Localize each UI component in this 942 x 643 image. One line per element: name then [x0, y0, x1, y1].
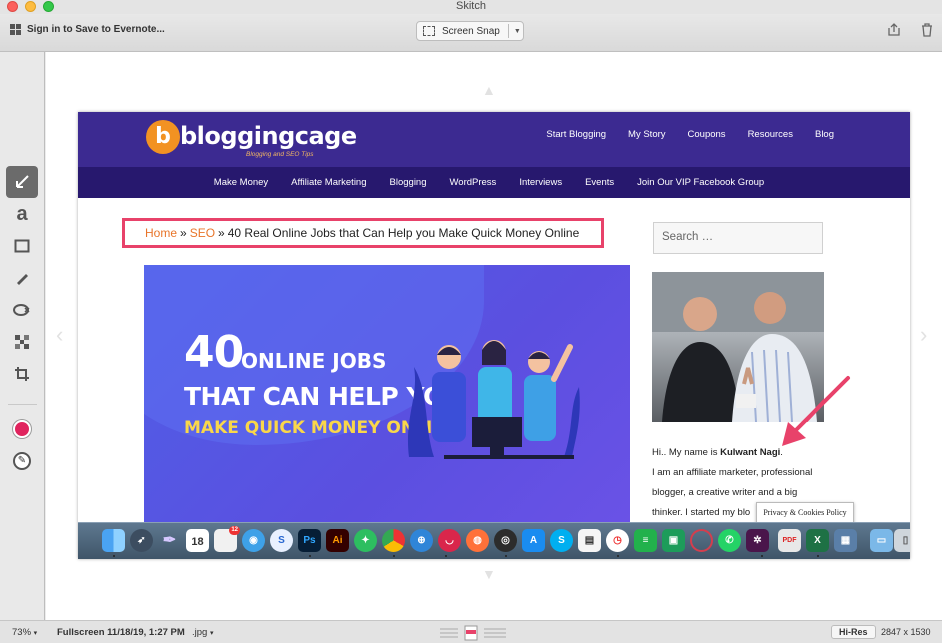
- status-bar: 73% ▾ Fullscreen 11/18/19, 1:27 PM .jpg …: [0, 620, 942, 643]
- preview-icon[interactable]: ▦: [834, 529, 857, 552]
- sub-nav-item[interactable]: Make Money: [214, 177, 268, 188]
- drag-thumbnail-icon[interactable]: [440, 624, 506, 641]
- file-name: Fullscreen 11/18/19, 1:27 PM: [57, 627, 185, 638]
- pink-annotation-arrow-icon: [782, 376, 850, 446]
- pen-size-icon: ✎: [13, 452, 31, 470]
- mail-icon[interactable]: 12: [214, 526, 240, 552]
- window-title: Skitch: [456, 0, 486, 12]
- counter-app-icon[interactable]: ▤: [578, 529, 601, 552]
- app-store-icon[interactable]: A: [522, 529, 545, 552]
- stroke-size-button[interactable]: ✎: [6, 445, 38, 477]
- green-app-icon[interactable]: ▣: [662, 529, 685, 552]
- sub-nav-item[interactable]: Join Our VIP Facebook Group: [637, 177, 764, 188]
- hero-image: 40 ONLINE JOBS THAT CAN HELP YOU MAKE QU…: [144, 265, 630, 525]
- top-nav-item[interactable]: Coupons: [688, 129, 726, 140]
- hero-line-1: ONLINE JOBS: [241, 349, 387, 373]
- rectangle-tool-icon[interactable]: [6, 230, 38, 262]
- top-nav-item[interactable]: My Story: [628, 129, 665, 140]
- sub-nav-item[interactable]: Blogging: [390, 177, 427, 188]
- previous-arrow-icon[interactable]: ‹: [56, 322, 63, 348]
- screen-snap-label: Screen Snap: [442, 25, 500, 37]
- site-logo-text: bloggingcage: [180, 122, 357, 150]
- arrow-tool-icon[interactable]: [6, 166, 38, 198]
- file-type-dropdown[interactable]: .jpg ▾: [192, 627, 213, 638]
- pixelate-tool-icon[interactable]: [6, 326, 38, 358]
- breadcrumb-separator: »: [218, 226, 225, 240]
- site-tagline: Blogging and SEO Tips: [246, 151, 314, 158]
- evernote-icon[interactable]: ✦: [354, 529, 377, 552]
- breadcrumb-category[interactable]: SEO: [190, 226, 215, 240]
- hero-number: 40: [184, 327, 244, 378]
- people-illustration-icon: [407, 340, 580, 459]
- author-name: Kulwant Nagi: [720, 447, 781, 458]
- network-icon[interactable]: ⊕: [410, 529, 433, 552]
- skype-icon[interactable]: S: [550, 529, 573, 552]
- color-swatch-icon: [13, 420, 31, 438]
- tool-palette: a ✎: [0, 52, 45, 620]
- breadcrumb-home[interactable]: Home: [145, 226, 177, 240]
- chrome-icon[interactable]: [382, 529, 405, 552]
- breadcrumb-separator: »: [180, 226, 187, 240]
- top-nav-item[interactable]: Blog: [815, 129, 834, 140]
- photoshop-icon[interactable]: Ps: [298, 529, 321, 552]
- launchpad-icon[interactable]: ➶: [130, 529, 153, 552]
- share-icon[interactable]: [886, 23, 902, 39]
- time-app-icon[interactable]: ◷: [606, 529, 629, 552]
- browser-icon[interactable]: ◉: [242, 529, 265, 552]
- mac-dock: ➶ ✒ 18 12 ◉ S Ps Ai ✦ ⊕ ◡ ◍ ◎ A S ▤ ◷ ≡ …: [78, 522, 910, 559]
- toolbar: Sign in to Save to Evernote... Screen Sn…: [0, 14, 942, 52]
- top-nav-item[interactable]: Start Blogging: [546, 129, 606, 140]
- folder-icon[interactable]: ▭: [870, 529, 893, 552]
- trash-icon[interactable]: [919, 23, 935, 39]
- title-bar: Skitch: [0, 0, 942, 14]
- highlighter-tool-icon[interactable]: [6, 294, 38, 326]
- search-input[interactable]: Search …: [653, 222, 823, 254]
- sub-nav: Make Money Affiliate Marketing Blogging …: [78, 167, 910, 198]
- firefox-icon[interactable]: ◍: [466, 529, 489, 552]
- image-dimensions: 2847 x 1530: [881, 627, 931, 637]
- pdf-icon[interactable]: PDF: [778, 529, 801, 552]
- lips-app-icon[interactable]: ◡: [438, 529, 461, 552]
- text-tool-icon[interactable]: a: [6, 198, 38, 230]
- crop-tool-icon[interactable]: [6, 358, 38, 390]
- top-nav-item[interactable]: Resources: [748, 129, 793, 140]
- up-arrow-icon[interactable]: ▲: [482, 82, 496, 98]
- snapped-image[interactable]: b bloggingcage Blogging and SEO Tips Sta…: [78, 112, 910, 559]
- screen-snap-button[interactable]: Screen Snap ▼: [416, 21, 524, 41]
- calendar-icon[interactable]: 18: [186, 529, 209, 552]
- sub-nav-item[interactable]: Affiliate Marketing: [291, 177, 366, 188]
- zoom-dropdown[interactable]: 73% ▾: [12, 627, 37, 638]
- screen-snap-icon: [423, 26, 435, 36]
- sign-in-evernote-button[interactable]: Sign in to Save to Evernote...: [10, 24, 165, 35]
- snap-options-dropdown[interactable]: ▼: [514, 28, 521, 35]
- marker-tool-icon[interactable]: [6, 262, 38, 294]
- sub-nav-item[interactable]: Interviews: [519, 177, 562, 188]
- record-app-icon[interactable]: [690, 529, 713, 552]
- down-arrow-icon[interactable]: ▼: [482, 566, 496, 582]
- privacy-policy-button[interactable]: Privacy & Cookies Policy: [756, 502, 854, 524]
- sub-nav-item[interactable]: Events: [585, 177, 614, 188]
- breadcrumb-current: 40 Real Online Jobs that Can Help you Ma…: [227, 226, 580, 240]
- site-header: b bloggingcage Blogging and SEO Tips Sta…: [78, 112, 910, 167]
- breadcrumb-annotation-box[interactable]: Home » SEO » 40 Real Online Jobs that Ca…: [122, 218, 604, 248]
- slack-icon[interactable]: ✲: [746, 529, 769, 552]
- next-arrow-icon[interactable]: ›: [920, 322, 927, 348]
- finder-icon[interactable]: [102, 529, 125, 552]
- top-nav: Start Blogging My Story Coupons Resource…: [546, 129, 834, 140]
- sheets-icon[interactable]: ≡: [634, 529, 657, 552]
- whatsapp-icon[interactable]: ✆: [718, 529, 741, 552]
- grid-icon: [10, 24, 21, 35]
- dark-app-icon[interactable]: ◎: [494, 529, 517, 552]
- excel-icon[interactable]: X: [806, 529, 829, 552]
- quill-icon[interactable]: ✒: [158, 529, 181, 552]
- hi-res-button[interactable]: Hi-Res: [831, 625, 876, 639]
- sync-icon[interactable]: S: [270, 529, 293, 552]
- sub-nav-item[interactable]: WordPress: [450, 177, 497, 188]
- color-picker-button[interactable]: [6, 413, 38, 445]
- site-logo-icon: b: [146, 120, 180, 154]
- sign-in-label: Sign in to Save to Evernote...: [27, 24, 165, 35]
- illustrator-icon[interactable]: Ai: [326, 529, 349, 552]
- trash-dock-icon[interactable]: ▯: [894, 529, 910, 552]
